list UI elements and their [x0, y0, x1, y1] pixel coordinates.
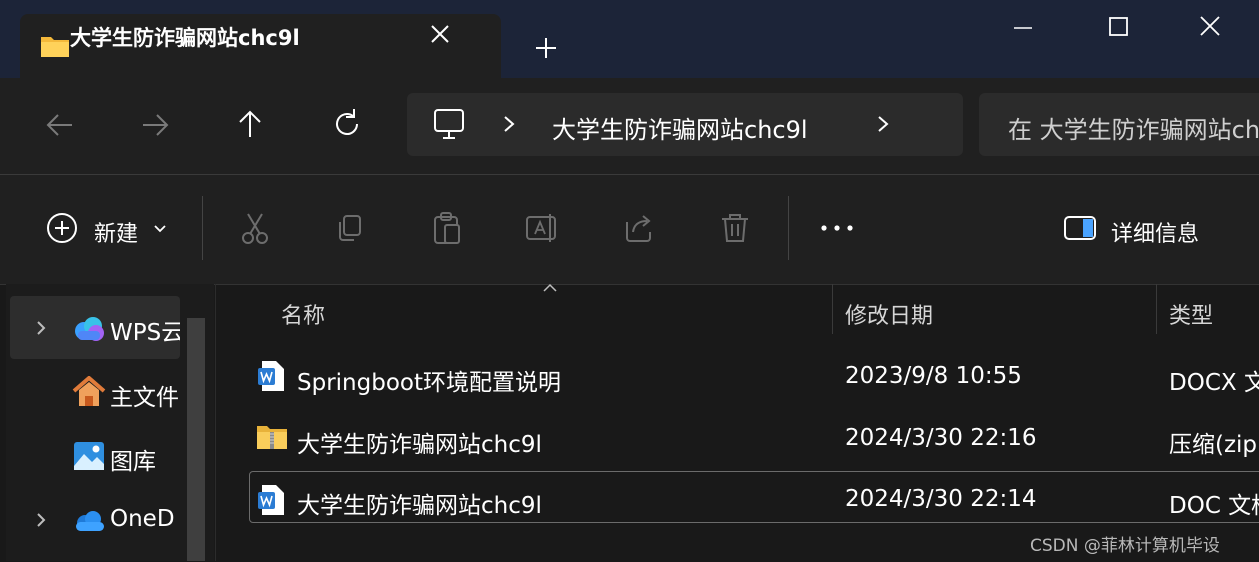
details-pane-icon[interactable] — [1061, 208, 1101, 248]
zip-folder-icon — [256, 423, 288, 451]
folder-icon — [40, 34, 70, 58]
breadcrumb-folder[interactable]: 大学生防诈骗网站chc9l — [552, 110, 808, 145]
toolbar-divider — [788, 196, 789, 260]
word-doc-icon — [256, 484, 286, 516]
column-header-modified[interactable]: 修改日期 — [845, 298, 933, 330]
share-icon[interactable] — [619, 208, 659, 248]
word-doc-icon — [256, 360, 286, 392]
wps-cloud-icon — [72, 313, 106, 343]
more-options-icon[interactable] — [817, 208, 857, 248]
watermark-text: CSDN @菲林计算机毕设 — [1030, 536, 1220, 556]
sidebar-item-wps-cloud[interactable]: WPS云 — [110, 313, 180, 347]
new-tab-icon[interactable] — [530, 32, 562, 64]
delete-icon[interactable] — [715, 208, 755, 248]
column-separator[interactable] — [1156, 284, 1157, 334]
refresh-icon[interactable] — [327, 104, 367, 144]
breadcrumb-chevron-icon[interactable] — [872, 112, 894, 136]
maximize-icon[interactable] — [1098, 8, 1138, 48]
file-type: DOC 文档 — [1169, 493, 1259, 519]
expand-chevron-icon[interactable] — [30, 316, 52, 340]
new-plus-icon[interactable] — [42, 208, 82, 248]
paste-icon[interactable] — [427, 208, 467, 248]
sort-ascending-icon — [541, 282, 559, 294]
computer-icon[interactable] — [432, 107, 466, 141]
file-name[interactable]: 大学生防诈骗网站chc9l — [297, 486, 817, 520]
up-arrow-icon[interactable] — [230, 104, 270, 144]
gallery-icon — [72, 440, 106, 472]
file-modified: 2023/9/8 10:55 — [845, 363, 1022, 389]
column-header-type[interactable]: 类型 — [1169, 298, 1213, 330]
sidebar-item-home[interactable]: 主文件 — [110, 378, 180, 412]
close-tab-icon[interactable] — [424, 18, 456, 50]
sidebar-item-onedrive[interactable]: OneD — [110, 506, 180, 532]
breadcrumb-chevron-icon[interactable] — [498, 112, 520, 136]
column-separator[interactable] — [832, 284, 833, 334]
search-placeholder: 在 大学生防诈骗网站chc9l — [1008, 116, 1259, 144]
file-name[interactable]: 大学生防诈骗网站chc9l — [297, 425, 817, 459]
toolbar-divider — [202, 196, 203, 260]
close-window-icon[interactable] — [1190, 8, 1230, 48]
chevron-down-icon[interactable] — [150, 220, 170, 238]
file-type: DOCX 文 — [1169, 370, 1259, 396]
file-modified: 2024/3/30 22:16 — [845, 425, 1037, 451]
sidebar-item-gallery[interactable]: 图库 — [110, 442, 180, 476]
expand-chevron-icon[interactable] — [30, 508, 52, 532]
column-header-name[interactable]: 名称 — [281, 298, 325, 330]
forward-arrow-icon[interactable] — [135, 105, 175, 145]
cut-icon[interactable] — [235, 208, 275, 248]
new-button[interactable]: 新建 — [94, 216, 138, 248]
file-modified: 2024/3/30 22:14 — [845, 486, 1037, 512]
navigation-pane-scrollbar[interactable] — [187, 318, 205, 561]
minimize-icon[interactable] — [1003, 8, 1043, 48]
tab-title: 大学生防诈骗网站chc9l — [70, 26, 300, 50]
details-button[interactable]: 详细信息 — [1111, 216, 1199, 248]
rename-icon[interactable] — [523, 208, 563, 248]
back-arrow-icon[interactable] — [40, 105, 80, 145]
pane-divider[interactable] — [215, 284, 216, 561]
file-name[interactable]: Springboot环境配置说明 — [297, 363, 817, 397]
copy-icon[interactable] — [330, 208, 370, 248]
home-icon — [72, 376, 106, 408]
onedrive-icon — [72, 509, 106, 533]
file-type: 压缩(zip — [1169, 432, 1258, 458]
